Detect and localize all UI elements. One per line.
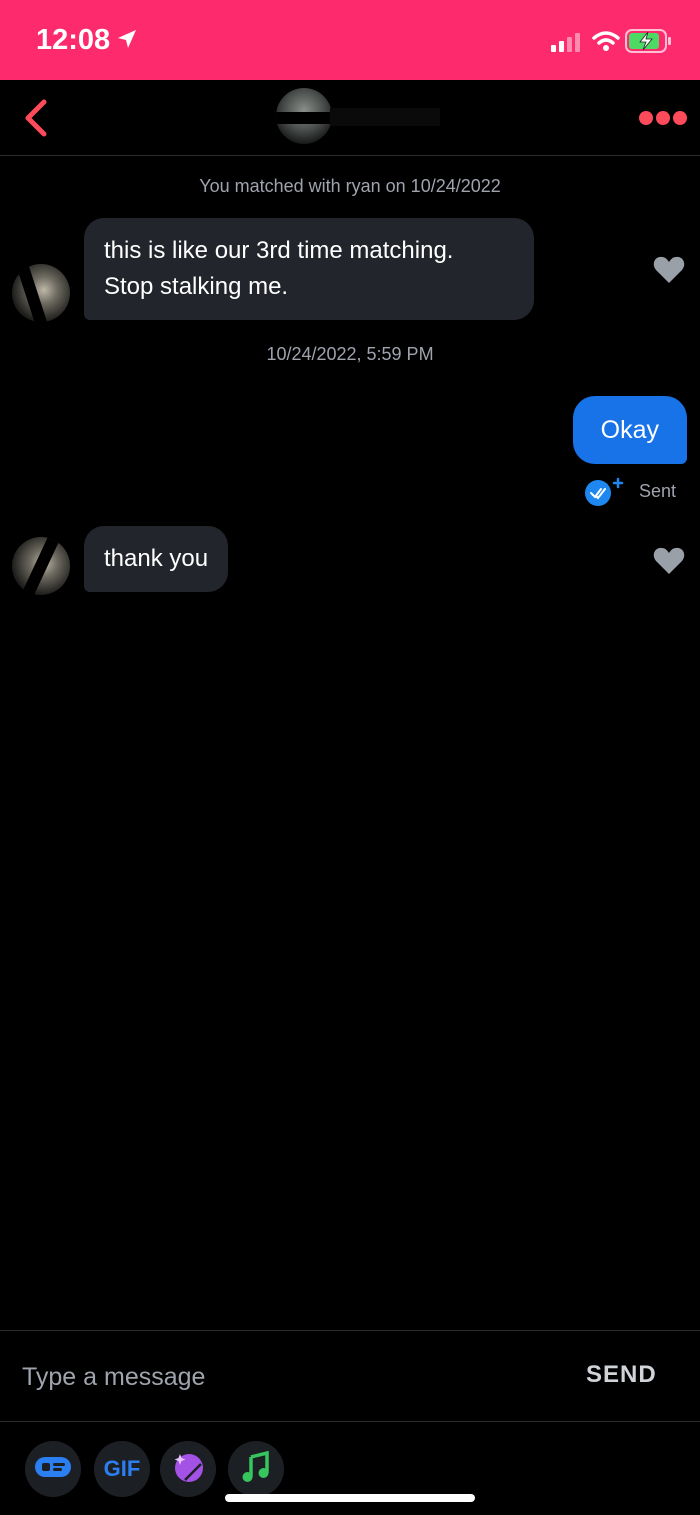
status-time: 12:08 [36,24,111,56]
sender-avatar[interactable] [12,537,70,595]
like-heart-icon[interactable] [652,545,686,582]
home-indicator[interactable] [225,1494,475,1502]
message-composer: SEND [0,1330,700,1422]
gif-label: GIF [103,1456,141,1481]
sticker-card-icon [33,1454,73,1485]
battery-charging-icon [625,29,673,58]
message-line: this is like our 3rd time matching. [104,237,454,264]
location-arrow-icon [116,28,138,55]
music-button[interactable] [228,1441,284,1497]
like-heart-icon[interactable] [652,254,686,291]
message-input[interactable] [20,1356,544,1398]
match-note: You matched with ryan on 10/24/2022 [199,176,501,196]
sender-avatar[interactable] [12,264,70,322]
music-note-icon [241,1450,271,1488]
wifi-icon [592,30,620,57]
status-bar: 12:08 [0,0,700,80]
sparkle-button[interactable] [160,1441,216,1497]
message-line: Stop stalking me. [104,273,289,300]
cellular-signal-icon [551,32,583,57]
chevron-left-icon[interactable] [22,98,50,143]
message-timestamp: 10/24/2022, 5:59 PM [266,344,434,364]
sparkle-moon-icon [170,1449,206,1490]
outgoing-message-bubble[interactable]: Okay [572,396,687,464]
gif-button[interactable]: GIF [94,1441,150,1497]
send-button[interactable]: SEND [586,1361,657,1389]
message-status: Sent [639,481,677,501]
incoming-message-bubble[interactable]: this is like our 3rd time matching. Stop… [84,218,534,320]
chat-header [0,80,700,156]
match-avatar[interactable] [276,88,332,144]
sticker-card-button[interactable] [25,1441,81,1497]
incoming-message-bubble[interactable]: thank you [84,526,229,592]
sent-check-icon [584,477,626,514]
match-name-redacted [330,108,440,126]
more-dots-icon[interactable] [638,110,688,131]
